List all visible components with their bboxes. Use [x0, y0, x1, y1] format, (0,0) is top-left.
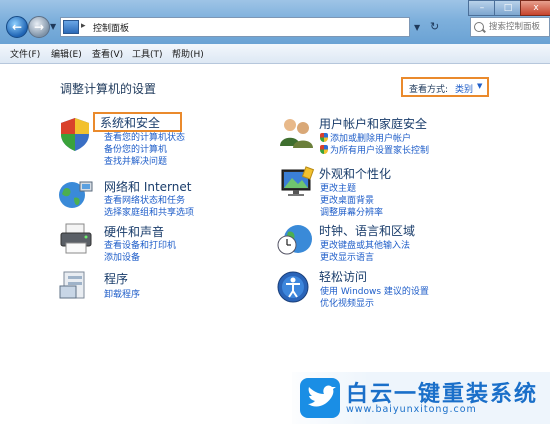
category-ease-of-access[interactable]: 轻松访问 [319, 268, 367, 285]
link-add-device[interactable]: 添加设备 [104, 250, 140, 263]
chevron-down-icon[interactable]: ▼ [477, 82, 482, 90]
refresh-icon[interactable]: ↻ [430, 20, 439, 33]
appearance-monitor-icon[interactable] [276, 166, 316, 200]
breadcrumb-chevron-icon[interactable]: ▸ [81, 21, 86, 31]
bird-logo-icon [300, 378, 340, 418]
menu-help[interactable]: 帮助(H) [172, 47, 204, 60]
link-parental-controls[interactable]: 为所有用户设置家长控制 [320, 143, 429, 156]
view-by-value[interactable]: 类别 [455, 82, 473, 95]
close-button[interactable]: x [520, 0, 550, 16]
page-title: 调整计算机的设置 [60, 82, 157, 96]
category-user-accounts[interactable]: 用户帐户和家庭安全 [319, 115, 427, 132]
view-by-selector[interactable]: 查看方式: 类别 ▼ [401, 77, 489, 97]
category-appearance[interactable]: 外观和个性化 [319, 165, 391, 182]
menu-edit[interactable]: 编辑(E) [51, 47, 82, 60]
link-change-display-language[interactable]: 更改显示语言 [320, 250, 374, 263]
link-adjust-resolution[interactable]: 调整屏幕分辨率 [320, 205, 383, 218]
breadcrumb-control-panel[interactable]: 控制面板 [93, 21, 129, 34]
ease-of-access-icon[interactable] [276, 270, 310, 304]
network-globe-icon[interactable] [58, 178, 94, 210]
category-clock-language-region[interactable]: 时钟、语言和区域 [319, 222, 415, 239]
system-security-icon[interactable] [58, 116, 92, 152]
search-input[interactable] [489, 20, 547, 34]
printer-icon[interactable] [58, 222, 94, 256]
clock-globe-icon[interactable] [276, 222, 316, 256]
maximize-button[interactable]: □ [494, 0, 522, 16]
view-by-label: 查看方式: [409, 85, 449, 95]
control-panel-icon [63, 20, 79, 34]
search-icon [474, 22, 484, 32]
menu-view[interactable]: 查看(V) [92, 47, 123, 60]
watermark-url: www.baiyunxitong.com [346, 404, 477, 415]
link-find-fix-problems[interactable]: 查找并解决问题 [104, 154, 167, 167]
address-dropdown[interactable]: ▼ [414, 23, 420, 32]
address-field[interactable]: ▸ 控制面板 [60, 17, 410, 37]
back-button[interactable]: ← [6, 16, 28, 38]
uac-shield-icon [320, 133, 328, 142]
forward-button[interactable]: → [28, 16, 50, 38]
minimize-button[interactable]: – [468, 0, 496, 16]
category-programs[interactable]: 程序 [104, 270, 128, 287]
link-uninstall-program[interactable]: 卸载程序 [104, 287, 140, 300]
menu-bar: 文件(F) 编辑(E) 查看(V) 工具(T) 帮助(H) [0, 44, 550, 64]
menu-tools[interactable]: 工具(T) [132, 47, 163, 60]
uac-shield-icon [320, 145, 328, 154]
menu-file[interactable]: 文件(F) [10, 47, 40, 60]
recent-pages-dropdown[interactable]: ▼ [50, 22, 56, 31]
link-homegroup-sharing[interactable]: 选择家庭组和共享选项 [104, 205, 194, 218]
link-optimize-video-display[interactable]: 优化视频显示 [320, 296, 374, 309]
link-parental-controls-label: 为所有用户设置家长控制 [330, 146, 430, 156]
search-box[interactable] [470, 17, 550, 37]
category-system-security[interactable]: 系统和安全 [100, 114, 160, 131]
arrow-left-icon: ← [11, 20, 23, 34]
arrow-right-icon: → [33, 20, 45, 34]
users-icon[interactable] [276, 116, 316, 150]
programs-icon[interactable] [58, 268, 94, 302]
